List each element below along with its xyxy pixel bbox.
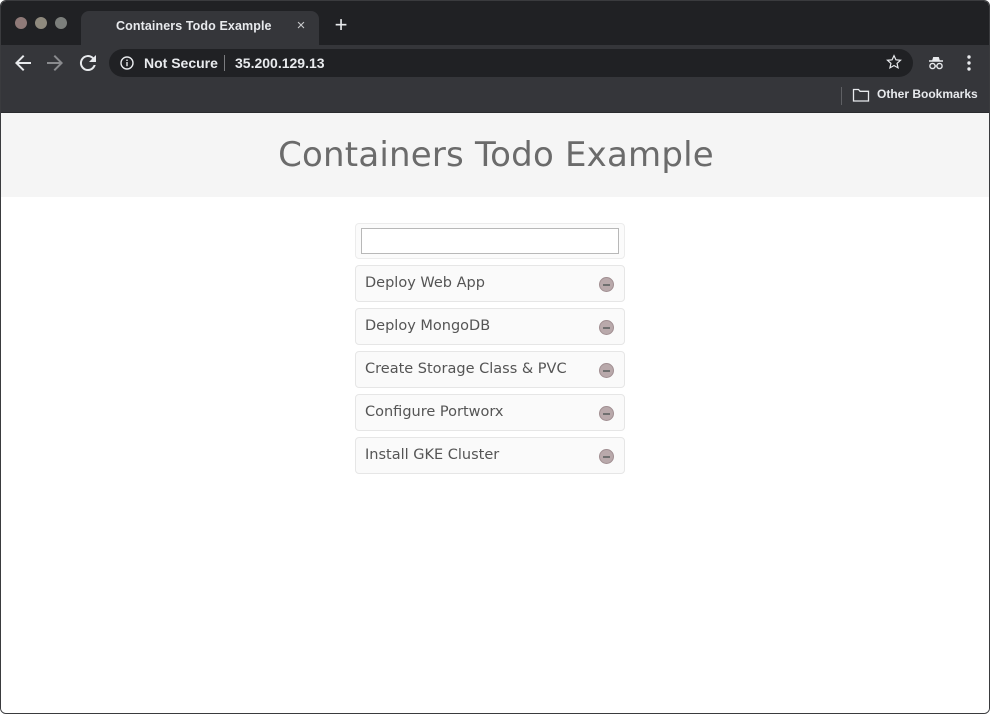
todo-label: Deploy Web App [365, 275, 485, 291]
page-title: Containers Todo Example [278, 135, 714, 175]
bookmarks-bar: Other Bookmarks [1, 81, 989, 113]
todo-label: Install GKE Cluster [365, 447, 500, 463]
folder-icon[interactable] [852, 87, 870, 103]
address-bar[interactable]: Not Secure 35.200.129.13 [109, 49, 913, 77]
browser-window: Containers Todo Example × + Not Secure 3… [0, 0, 990, 714]
todo-list: Deploy Web App Deploy MongoDB Create Sto… [355, 265, 625, 480]
todo-label: Configure Portworx [365, 404, 504, 420]
page-content: Containers Todo Example Deploy Web App D… [1, 113, 989, 713]
new-tab-button[interactable]: + [331, 14, 351, 36]
back-arrow-icon[interactable] [11, 51, 35, 75]
bookmarks-separator [841, 87, 842, 105]
todo-item[interactable]: Deploy Web App [355, 265, 625, 302]
tab-strip: Containers Todo Example × + [1, 1, 989, 45]
remove-circle-icon[interactable] [599, 363, 614, 378]
todo-label: Create Storage Class & PVC [365, 361, 567, 377]
new-todo-container [355, 223, 625, 259]
remove-circle-icon[interactable] [599, 277, 614, 292]
todo-label: Deploy MongoDB [365, 318, 491, 334]
close-window-button[interactable] [15, 17, 27, 29]
browser-toolbar: Not Secure 35.200.129.13 [1, 45, 989, 81]
remove-circle-icon[interactable] [599, 449, 614, 464]
url-text[interactable]: 35.200.129.13 [235, 55, 325, 71]
todo-item[interactable]: Install GKE Cluster [355, 437, 625, 474]
todo-item[interactable]: Create Storage Class & PVC [355, 351, 625, 388]
page-header: Containers Todo Example [1, 113, 989, 197]
maximize-window-button[interactable] [55, 17, 67, 29]
other-bookmarks-link[interactable]: Other Bookmarks [877, 87, 978, 101]
security-status[interactable]: Not Secure [144, 55, 218, 71]
tab-active[interactable]: Containers Todo Example × [81, 11, 319, 45]
remove-circle-icon[interactable] [599, 406, 614, 421]
todo-item[interactable]: Deploy MongoDB [355, 308, 625, 345]
remove-circle-icon[interactable] [599, 320, 614, 335]
kebab-menu-icon[interactable] [959, 53, 979, 73]
address-separator [224, 55, 225, 71]
minimize-window-button[interactable] [35, 17, 47, 29]
new-todo-input[interactable] [361, 228, 619, 254]
reload-icon[interactable] [76, 51, 100, 75]
incognito-icon[interactable] [926, 53, 946, 73]
star-icon[interactable] [885, 53, 903, 71]
info-icon[interactable] [120, 56, 134, 70]
tab-title: Containers Todo Example [116, 19, 272, 33]
todo-item[interactable]: Configure Portworx [355, 394, 625, 431]
tab-close-icon[interactable]: × [293, 18, 309, 34]
forward-arrow-icon[interactable] [43, 51, 67, 75]
